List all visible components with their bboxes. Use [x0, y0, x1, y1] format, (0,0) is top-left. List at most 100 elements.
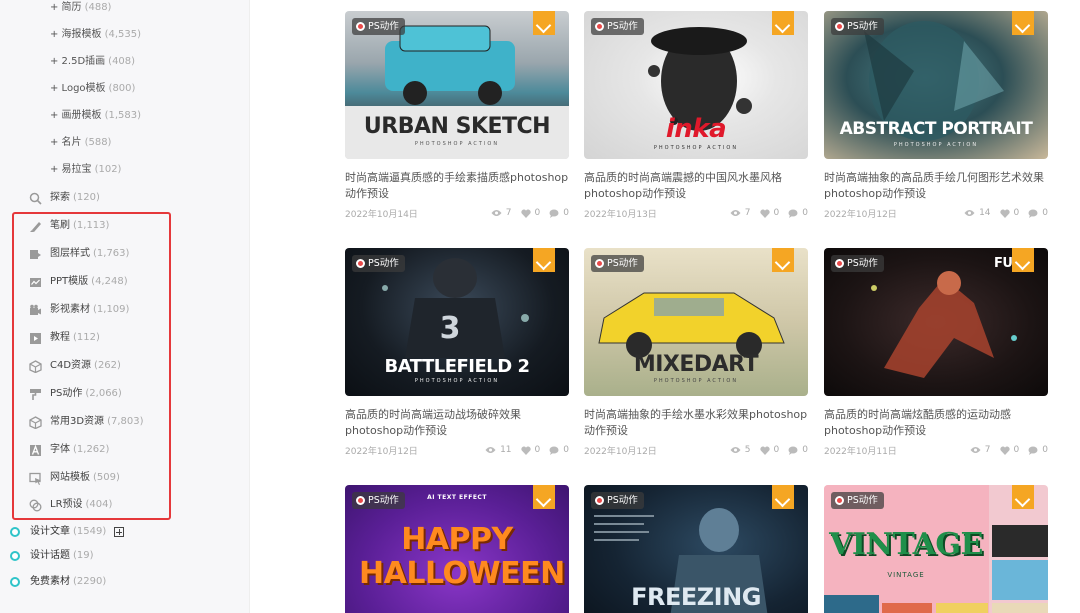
resource-card[interactable]: PS动作 FU 高品质的时尚高端炫酷质感的运动动感photoshop动作预设 2…	[824, 248, 1048, 457]
card-meta: 2022年10月14日 7 0 0	[345, 207, 569, 220]
sidebar-item-design-articles[interactable]: 设计文章 (1549)	[10, 524, 125, 540]
category-tag: PS动作	[831, 255, 884, 272]
bookmark-icon[interactable]	[533, 11, 555, 35]
comment-icon	[549, 446, 559, 455]
sidebar-subitem-card[interactable]: + 名片 (588)	[50, 136, 111, 150]
sidebar-item-lr-preset[interactable]: LR预设 (404)	[28, 497, 112, 513]
sidebar-item-tutorial[interactable]: 教程 (112)	[28, 330, 100, 346]
resource-card[interactable]: PS动作 inka PHOTOSHOP ACTION 高品质的时尚高端震撼的中国…	[584, 11, 808, 220]
category-tag: PS动作	[352, 18, 405, 35]
heart-icon	[999, 208, 1010, 218]
sidebar-item-3d[interactable]: 常用3D资源 (7,803)	[28, 414, 144, 430]
font-icon	[28, 443, 42, 457]
sidebar-item-design-topics[interactable]: 设计话题 (19)	[10, 548, 94, 564]
sidebar-subitem-25d[interactable]: + 2.5D插画 (408)	[50, 55, 135, 69]
lr-preset-icon	[28, 498, 42, 512]
tag-dot-icon	[595, 259, 604, 268]
likes-stat[interactable]: 0	[759, 208, 779, 218]
expand-plus-icon[interactable]	[114, 527, 125, 537]
likes-stat[interactable]: 0	[999, 208, 1019, 218]
jersey-number: 3	[440, 311, 461, 346]
sidebar-subitem-brochure[interactable]: + 画册模板 (1,583)	[50, 109, 141, 123]
thumb-title-text: URBAN SKETCH	[363, 114, 551, 139]
eye-icon	[970, 446, 981, 454]
resource-card[interactable]: PS动作 VINTAGE VINTAGE	[824, 485, 1048, 613]
card-thumbnail[interactable]: PS动作 MIXEDART PHOTOSHOP ACTION	[584, 248, 808, 396]
thumb-title-text: FU	[994, 256, 1013, 271]
bookmark-icon[interactable]	[533, 248, 555, 272]
bookmark-icon[interactable]	[1012, 248, 1034, 272]
card-title[interactable]: 时尚高端逼真质感的手绘素描质感photoshop动作预设	[345, 170, 569, 202]
resource-card[interactable]: PS动作 FREEZING	[584, 485, 808, 613]
sidebar-item-layer-style[interactable]: 图层样式 (1,763)	[28, 246, 129, 262]
brush-icon	[28, 219, 42, 233]
sidebar-item-ps-action[interactable]: PS动作 (2,066)	[28, 386, 122, 402]
comments-stat[interactable]: 0	[1028, 445, 1048, 455]
resource-card[interactable]: PS动作 MIXEDART PHOTOSHOP ACTION 时尚高端抽象的手绘…	[584, 248, 808, 457]
heart-icon	[759, 208, 770, 218]
likes-stat[interactable]: 0	[520, 445, 540, 455]
views-stat: 5	[730, 445, 751, 455]
resource-card[interactable]: PS动作 ABSTRACT PORTRAIT PHOTOSHOP ACTION …	[824, 11, 1048, 220]
sidebar-item-ppt[interactable]: PPT模版 (4,248)	[28, 274, 128, 290]
comments-stat[interactable]: 0	[788, 445, 808, 455]
views-stat: 7	[491, 208, 512, 218]
tag-dot-icon	[595, 22, 604, 31]
sidebar-subitem-banner[interactable]: + 易拉宝 (102)	[50, 163, 121, 177]
card-thumbnail[interactable]: PS动作 URBAN SKETCH PHOTOSHOP ACTION	[345, 11, 569, 159]
thumb-sub-text: PHOTOSHOP ACTION	[653, 378, 739, 384]
resource-card[interactable]: PS动作 AI TEXT EFFECT HAPPY HALLOWEEN	[345, 485, 569, 613]
comments-stat[interactable]: 0	[549, 208, 569, 218]
card-title[interactable]: 高品质的时尚高端炫酷质感的运动动感photoshop动作预设	[824, 407, 1048, 439]
card-date: 2022年10月14日	[345, 209, 418, 220]
card-thumbnail[interactable]: PS动作 AI TEXT EFFECT HAPPY HALLOWEEN	[345, 485, 569, 613]
likes-stat[interactable]: 0	[999, 445, 1019, 455]
card-thumbnail[interactable]: PS动作 ABSTRACT PORTRAIT PHOTOSHOP ACTION	[824, 11, 1048, 159]
thumb-title-text: BATTLEFIELD 2	[384, 356, 530, 377]
card-thumbnail[interactable]: PS动作 VINTAGE VINTAGE	[824, 485, 1048, 613]
tag-dot-icon	[356, 259, 365, 268]
comments-stat[interactable]: 0	[549, 445, 569, 455]
resource-card[interactable]: 3 PS动作 BATTLEFIELD 2 PHOTOSHOP ACTION 高品…	[345, 248, 569, 457]
card-title[interactable]: 高品质的时尚高端震撼的中国风水墨风格photoshop动作预设	[584, 170, 808, 202]
card-title[interactable]: 时尚高端抽象的手绘水墨水彩效果photoshop动作预设	[584, 407, 808, 439]
category-tag: PS动作	[831, 18, 884, 35]
comments-stat[interactable]: 0	[788, 208, 808, 218]
bookmark-icon[interactable]	[772, 248, 794, 272]
likes-stat[interactable]: 0	[759, 445, 779, 455]
category-tag: PS动作	[591, 18, 644, 35]
thumb-title-text: FREEZING	[631, 583, 761, 611]
views-stat: 7	[970, 445, 991, 455]
sidebar-item-explore[interactable]: 探索 (120)	[28, 190, 100, 206]
sidebar-item-free-assets[interactable]: 免费素材 (2290)	[10, 574, 106, 590]
bookmark-icon[interactable]	[772, 11, 794, 35]
bookmark-icon[interactable]	[772, 485, 794, 509]
video-camera-icon	[28, 303, 42, 317]
thumb-sub-text: PHOTOSHOP ACTION	[893, 142, 979, 148]
sidebar-subitem-resume[interactable]: + 简历 (488)	[50, 1, 111, 15]
sidebar-item-brush[interactable]: 笔刷 (1,113)	[28, 218, 109, 234]
bookmark-icon[interactable]	[1012, 11, 1034, 35]
card-thumbnail[interactable]: PS动作 FREEZING	[584, 485, 808, 613]
card-title[interactable]: 高品质的时尚高端运动战场破碎效果photoshop动作预设	[345, 407, 569, 439]
tag-dot-icon	[595, 496, 604, 505]
sidebar: + 简历 (488) + 海报模板 (4,535) + 2.5D插画 (408) + …	[0, 0, 250, 613]
card-thumbnail[interactable]: PS动作 inka PHOTOSHOP ACTION	[584, 11, 808, 159]
sidebar-item-website[interactable]: 网站模板 (509)	[28, 470, 120, 486]
comment-icon	[788, 446, 798, 455]
bullet-dot-icon	[10, 527, 20, 537]
card-title[interactable]: 时尚高端抽象的高品质手绘几何图形艺术效果photoshop动作预设	[824, 170, 1048, 202]
sidebar-item-video[interactable]: 影视素材 (1,109)	[28, 302, 129, 318]
comments-stat[interactable]: 0	[1028, 208, 1048, 218]
bookmark-icon[interactable]	[1012, 485, 1034, 509]
resource-card[interactable]: PS动作 URBAN SKETCH PHOTOSHOP ACTION 时尚高端逼…	[345, 11, 569, 220]
sidebar-subitem-poster[interactable]: + 海报模板 (4,535)	[50, 28, 141, 42]
bullet-dot-icon	[10, 577, 20, 587]
likes-stat[interactable]: 0	[520, 208, 540, 218]
thumb-title-text: ABSTRACT PORTRAIT	[839, 119, 1033, 139]
sidebar-item-font[interactable]: 字体 (1,262)	[28, 442, 109, 458]
sidebar-subitem-logo[interactable]: + Logo模板 (800)	[50, 82, 135, 96]
sidebar-item-c4d[interactable]: C4D资源 (262)	[28, 358, 121, 374]
card-thumbnail[interactable]: 3 PS动作 BATTLEFIELD 2 PHOTOSHOP ACTION	[345, 248, 569, 396]
card-thumbnail[interactable]: PS动作 FU	[824, 248, 1048, 396]
